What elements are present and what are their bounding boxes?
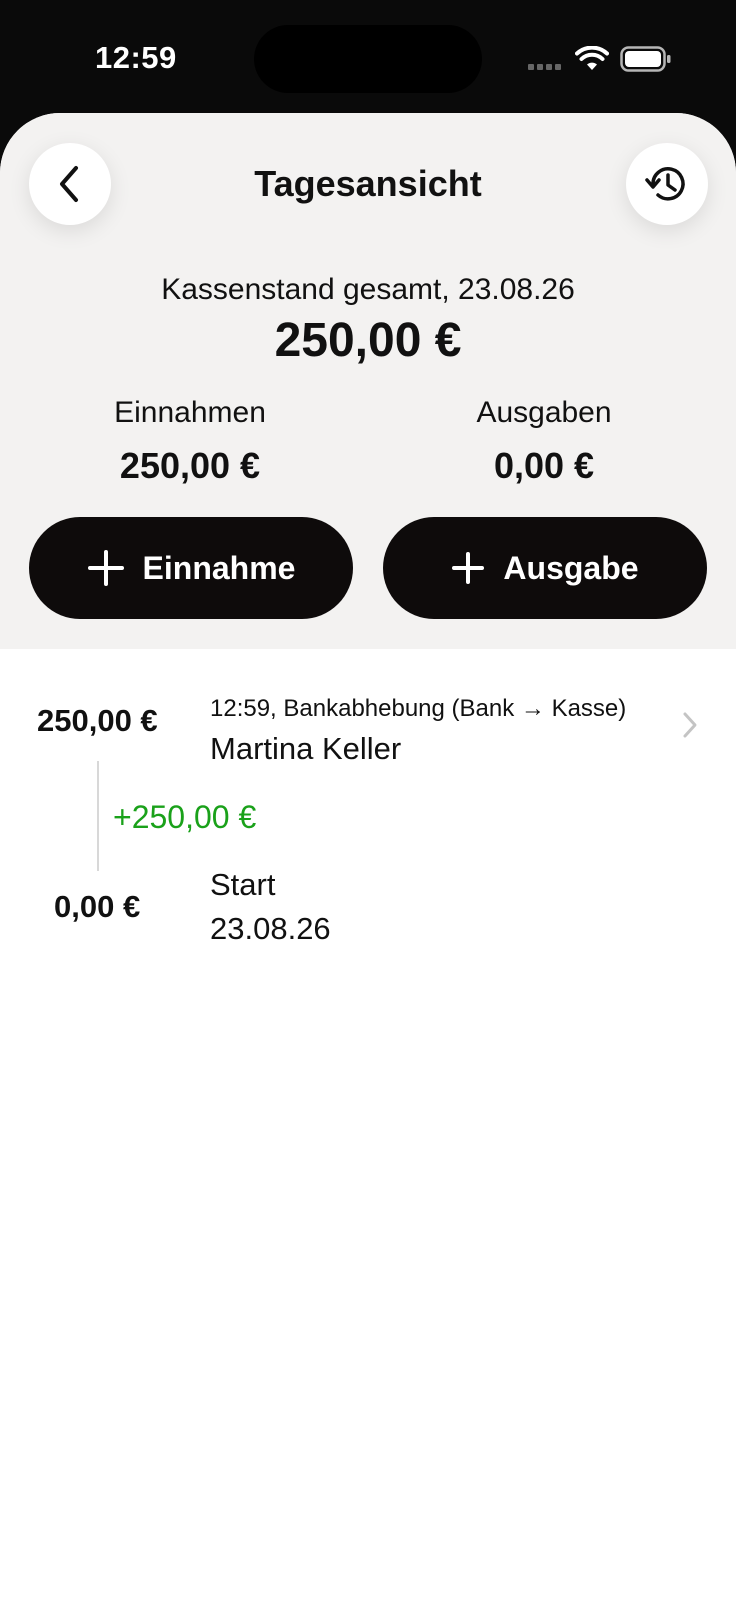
total-balance-value: 250,00 € bbox=[274, 314, 462, 367]
day-view-sheet: Tagesansicht Kassenstand gesamt, 23.08.2… bbox=[0, 113, 736, 1600]
start-date: 23.08.26 bbox=[210, 911, 331, 946]
total-balance-label: Kassenstand gesamt, 23.08.26 bbox=[161, 273, 575, 306]
timeline-connector bbox=[97, 761, 99, 871]
expense-value: 0,00 € bbox=[493, 445, 595, 486]
summary-panel: Tagesansicht Kassenstand gesamt, 23.08.2… bbox=[0, 113, 736, 649]
cellular-signal-icon bbox=[528, 64, 561, 70]
status-time: 12:59 bbox=[95, 40, 177, 75]
history-icon bbox=[645, 167, 685, 201]
plus-icon bbox=[452, 552, 485, 584]
income-value: 250,00 € bbox=[119, 445, 261, 486]
battery-icon bbox=[620, 46, 671, 72]
start-balance: 0,00 € bbox=[54, 889, 141, 924]
chevron-right-icon bbox=[683, 712, 697, 738]
add-income-button[interactable]: Einnahme bbox=[29, 517, 353, 619]
add-expense-label: Ausgabe bbox=[503, 549, 639, 586]
running-balance: 250,00 € bbox=[37, 703, 158, 738]
expense-label: Ausgaben bbox=[476, 396, 612, 429]
start-label: Start bbox=[210, 867, 276, 902]
wifi-icon bbox=[575, 46, 609, 70]
add-income-label: Einnahme bbox=[142, 549, 296, 586]
plus-icon bbox=[87, 550, 124, 586]
transaction-person: Martina Keller bbox=[210, 731, 402, 766]
transaction-meta: 12:59, Bankabhebung (Bank → Kasse) bbox=[210, 695, 627, 722]
dynamic-island bbox=[254, 25, 482, 93]
income-label: Einnahmen bbox=[114, 396, 266, 429]
history-button[interactable] bbox=[626, 143, 708, 225]
add-expense-button[interactable]: Ausgabe bbox=[383, 517, 707, 619]
balance-change: +250,00 € bbox=[113, 799, 257, 835]
status-bar: 12:59 bbox=[0, 0, 736, 115]
